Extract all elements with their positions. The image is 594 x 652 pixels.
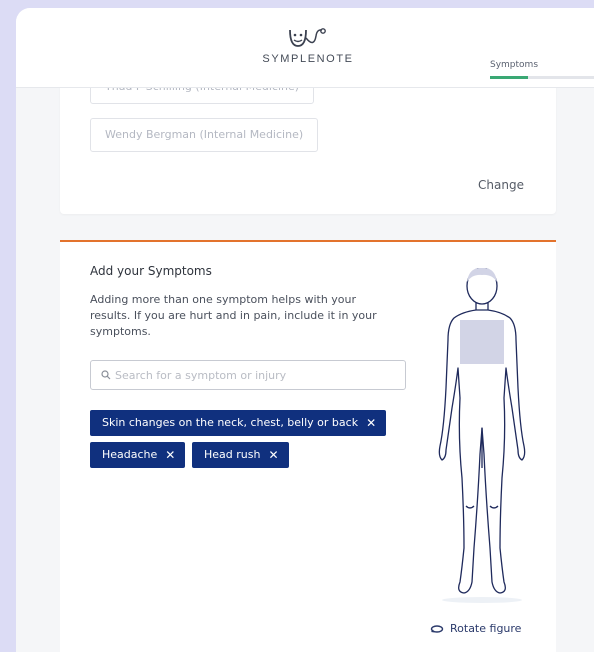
logo[interactable]: SYMPLENOTE [248, 26, 368, 65]
symptom-chip[interactable]: Headache ✕ [90, 442, 186, 468]
step-indicator[interactable]: Symptoms [490, 60, 594, 79]
step-label: Symptoms [490, 60, 539, 70]
chest-highlight [460, 320, 504, 364]
body-figure[interactable] [422, 268, 542, 604]
rotate-figure-button[interactable]: Rotate figure [430, 622, 521, 635]
chip-label: Head rush [204, 448, 261, 461]
section-description: Adding more than one symptom helps with … [90, 293, 377, 338]
progress-fill [490, 76, 529, 79]
symptoms-card: Add your Symptoms Adding more than one s… [60, 240, 556, 652]
close-icon[interactable]: ✕ [268, 449, 278, 461]
stethoscope-smile-icon [289, 28, 326, 47]
section-title: Add your Symptoms [90, 264, 212, 278]
app-window: SYMPLENOTE Symptoms Thad F Schilling (In… [16, 8, 594, 652]
search-icon [101, 370, 111, 380]
rotate-icon [430, 624, 444, 633]
rotate-label: Rotate figure [450, 622, 522, 635]
progress-track [490, 76, 594, 79]
chip-label: Skin changes on the neck, chest, belly o… [102, 416, 359, 429]
close-icon[interactable]: ✕ [165, 449, 175, 461]
close-icon[interactable]: ✕ [366, 417, 376, 429]
provider-option[interactable]: Wendy Bergman (Internal Medicine) [90, 118, 319, 152]
symptom-search[interactable] [90, 360, 406, 390]
providers-card: Thad F Schilling (Internal Medicine) Wen… [60, 70, 556, 214]
top-bar: SYMPLENOTE Symptoms [16, 8, 594, 88]
logo-text: SYMPLENOTE [262, 53, 354, 65]
symptom-chip[interactable]: Skin changes on the neck, chest, belly o… [90, 410, 387, 436]
search-input[interactable] [115, 361, 401, 389]
chip-label: Headache [102, 448, 158, 461]
symptom-chip[interactable]: Head rush ✕ [192, 442, 289, 468]
change-link[interactable]: Change [478, 178, 524, 192]
